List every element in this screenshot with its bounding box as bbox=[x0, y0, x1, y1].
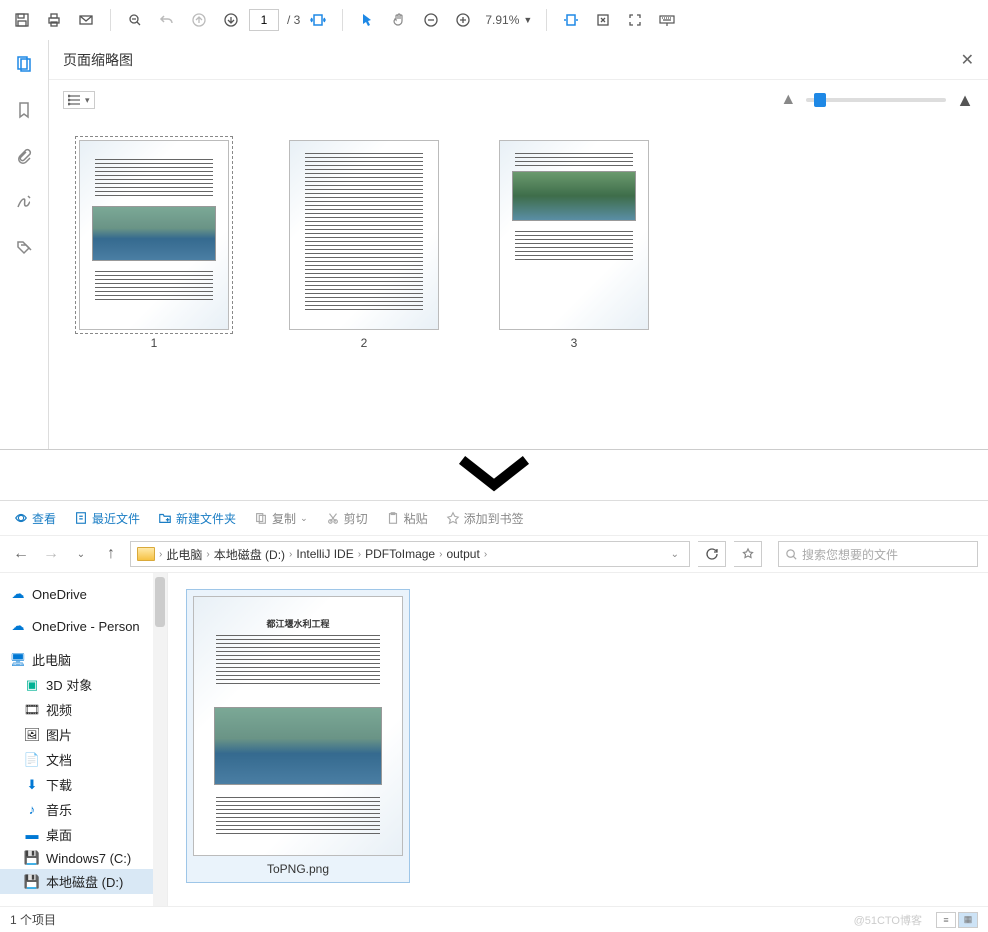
file-name: ToPNG.png bbox=[267, 862, 329, 876]
view-icons-icon[interactable]: ▦ bbox=[958, 912, 978, 928]
ribbon-view[interactable]: 查看 bbox=[14, 510, 56, 527]
nav-history-icon[interactable]: ⌄ bbox=[70, 543, 92, 565]
ribbon-cut[interactable]: 剪切 bbox=[326, 510, 368, 527]
attachment-tab-icon[interactable] bbox=[8, 140, 40, 172]
tree-scrollbar[interactable] bbox=[153, 573, 167, 906]
undo-icon[interactable] bbox=[153, 6, 181, 34]
search-input[interactable]: 搜索您想要的文件 bbox=[778, 541, 978, 567]
file-grid: 都江堰水利工程 ToPNG.png bbox=[168, 573, 988, 906]
pdf-toolbar: / 3 7.91%▼ bbox=[0, 0, 988, 40]
file-item[interactable]: 都江堰水利工程 ToPNG.png bbox=[186, 589, 410, 883]
email-icon[interactable] bbox=[72, 6, 100, 34]
explorer-ribbon: 查看 最近文件 新建文件夹 复制⌄ 剪切 粘贴 添加到书签 bbox=[0, 501, 988, 535]
thumbnail-caption: 2 bbox=[361, 336, 368, 350]
tree-item-downloads[interactable]: ⬇下载 bbox=[0, 772, 167, 797]
fit-page-icon[interactable] bbox=[557, 6, 585, 34]
keyboard-icon[interactable] bbox=[653, 6, 681, 34]
bookmark-tab-icon[interactable] bbox=[8, 94, 40, 126]
hand-icon[interactable] bbox=[385, 6, 413, 34]
search-icon bbox=[785, 548, 798, 561]
tree-item-drive-d[interactable]: 💾本地磁盘 (D:) bbox=[0, 869, 167, 894]
nav-up-icon[interactable]: ↑ bbox=[100, 543, 122, 565]
tree-item-music[interactable]: ♪音乐 bbox=[0, 797, 167, 822]
ribbon-copy[interactable]: 复制⌄ bbox=[254, 510, 308, 527]
thumbnail-item[interactable]: 1 bbox=[79, 140, 229, 429]
page-total-label: / 3 bbox=[287, 13, 300, 27]
tree-item-drive-c[interactable]: 💾Windows7 (C:) bbox=[0, 847, 167, 869]
tree-item-videos[interactable]: 🎞视频 bbox=[0, 697, 167, 722]
fullscreen-icon[interactable] bbox=[621, 6, 649, 34]
down-icon[interactable] bbox=[217, 6, 245, 34]
favorite-icon[interactable] bbox=[734, 541, 762, 567]
item-count: 1 个项目 bbox=[10, 911, 56, 928]
status-bar: 1 个项目 @51CTO博客 ≡ ▦ bbox=[0, 906, 988, 932]
zoom-dropdown[interactable]: 7.91%▼ bbox=[481, 11, 536, 29]
up-icon[interactable] bbox=[185, 6, 213, 34]
panel-title: 页面缩略图 bbox=[63, 50, 133, 70]
print-icon[interactable] bbox=[40, 6, 68, 34]
ribbon-recent[interactable]: 最近文件 bbox=[74, 510, 140, 527]
breadcrumb[interactable]: › 此电脑› 本地磁盘 (D:)› IntelliJ IDE› PDFToIma… bbox=[130, 541, 690, 567]
thumbnail-item[interactable]: 3 bbox=[499, 140, 649, 429]
section-divider-icon bbox=[0, 450, 988, 500]
thumbnail-caption: 3 bbox=[571, 336, 578, 350]
close-icon[interactable]: ✕ bbox=[961, 50, 974, 70]
folder-icon bbox=[137, 547, 155, 561]
view-details-icon[interactable]: ≡ bbox=[936, 912, 956, 928]
tags-tab-icon[interactable] bbox=[8, 232, 40, 264]
thumbnail-caption: 1 bbox=[151, 336, 158, 350]
fit-width-icon[interactable] bbox=[304, 6, 332, 34]
watermark: @51CTO博客 bbox=[854, 912, 922, 928]
tree-item-onedrive[interactable]: ☁OneDrive bbox=[0, 583, 167, 605]
thumbnail-panel: 页面缩略图 ✕ ▾ ▲ ▲ bbox=[48, 40, 988, 449]
nav-forward-icon[interactable]: → bbox=[40, 543, 62, 565]
tree-item-documents[interactable]: 📄文档 bbox=[0, 747, 167, 772]
nav-back-icon[interactable]: ← bbox=[10, 543, 32, 565]
thumbnail-item[interactable]: 2 bbox=[289, 140, 439, 429]
minus-circle-icon[interactable] bbox=[417, 6, 445, 34]
explorer-nav: ← → ⌄ ↑ › 此电脑› 本地磁盘 (D:)› IntelliJ IDE› … bbox=[0, 535, 988, 573]
tree-item-3d[interactable]: ▣3D 对象 bbox=[0, 672, 167, 697]
thumbnail-zoom-slider[interactable] bbox=[806, 98, 946, 102]
tree-item-desktop[interactable]: ▬桌面 bbox=[0, 822, 167, 847]
list-options-icon[interactable]: ▾ bbox=[63, 91, 95, 109]
file-explorer: 查看 最近文件 新建文件夹 复制⌄ 剪切 粘贴 添加到书签 ← → ⌄ ↑ › … bbox=[0, 500, 988, 932]
thumbnail-grid: 1 2 3 bbox=[49, 120, 988, 449]
tree-item-onedrive-personal[interactable]: ☁OneDrive - Person bbox=[0, 615, 167, 637]
ribbon-paste[interactable]: 粘贴 bbox=[386, 510, 428, 527]
thumbnails-tab-icon[interactable] bbox=[8, 48, 40, 80]
ribbon-bookmark[interactable]: 添加到书签 bbox=[446, 510, 524, 527]
pointer-icon[interactable] bbox=[353, 6, 381, 34]
zoom-large-icon[interactable]: ▲ bbox=[956, 90, 974, 111]
pdf-viewer: / 3 7.91%▼ 页面缩略图 ✕ ▾ bbox=[0, 0, 988, 450]
pdf-sidebar bbox=[0, 40, 48, 449]
signature-tab-icon[interactable] bbox=[8, 186, 40, 218]
refresh-icon[interactable] bbox=[698, 541, 726, 567]
save-icon[interactable] bbox=[8, 6, 36, 34]
tree-item-thispc[interactable]: 🖥此电脑 bbox=[0, 647, 167, 672]
folder-tree: ☁OneDrive ☁OneDrive - Person 🖥此电脑 ▣3D 对象… bbox=[0, 573, 168, 906]
plus-circle-icon[interactable] bbox=[449, 6, 477, 34]
ribbon-new-folder[interactable]: 新建文件夹 bbox=[158, 510, 236, 527]
zoom-small-icon[interactable]: ▲ bbox=[780, 91, 796, 109]
tree-item-pictures[interactable]: 🖼图片 bbox=[0, 722, 167, 747]
page-number-input[interactable] bbox=[249, 9, 279, 31]
zoom-out-icon[interactable] bbox=[121, 6, 149, 34]
rotate-icon[interactable] bbox=[589, 6, 617, 34]
